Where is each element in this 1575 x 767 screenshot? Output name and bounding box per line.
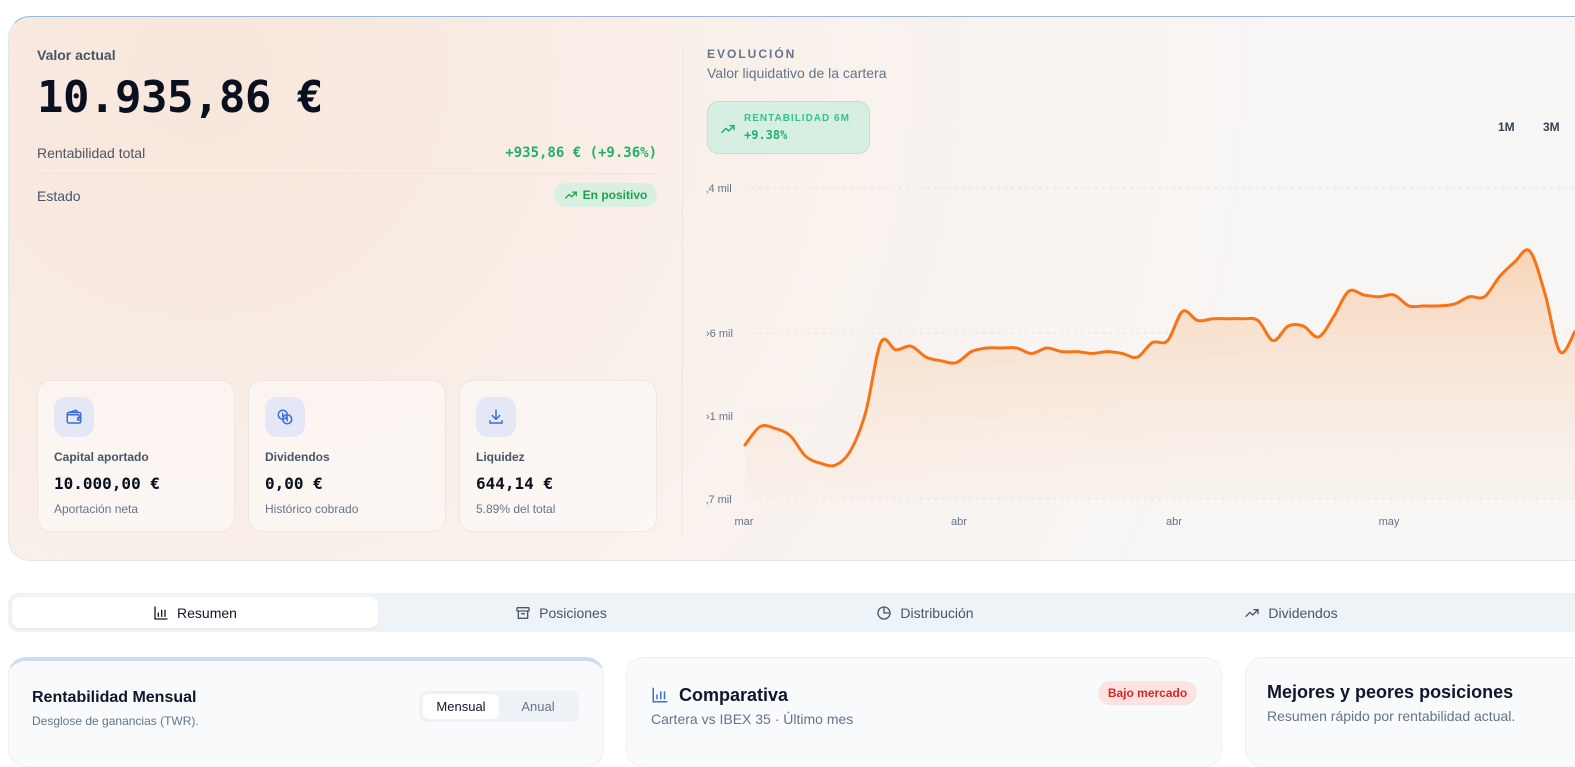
- download-icon: [476, 397, 516, 437]
- stat-title: Dividendos: [265, 450, 330, 464]
- tab-label: Posiciones: [539, 604, 607, 621]
- toggle-mensual-button[interactable]: Mensual: [423, 694, 499, 719]
- y-tick-label: ‚4 mil: [706, 183, 732, 195]
- tab-label: Dividendos: [1268, 604, 1338, 621]
- tab-label: Resumen: [177, 604, 237, 621]
- return-6m-value: +9.38%: [744, 128, 788, 142]
- total-return-label: Rentabilidad total: [37, 145, 146, 161]
- status-badge-label: En positivo: [582, 188, 648, 202]
- stat-title: Capital aportado: [54, 450, 149, 464]
- tab-dividendos[interactable]: Dividendos: [1108, 597, 1474, 628]
- hero-divider: [682, 48, 683, 533]
- chart-area: [745, 249, 1575, 498]
- positions-subtitle: Resumen rápido por rentabilidad actual.: [1267, 708, 1516, 724]
- value-label: Valor actual: [37, 47, 116, 63]
- bar-chart-icon: [154, 605, 168, 620]
- monthly-return-subtitle: Desglose de ganancias (TWR).: [32, 714, 199, 728]
- trend-up-icon: [721, 124, 735, 134]
- y-tick-label: ‚7 mil: [706, 494, 732, 506]
- total-return-value: +935,86 € (+9.36%): [505, 145, 657, 161]
- portfolio-value: 10.935,86 €: [37, 72, 323, 123]
- return-6m-badge: RENTABILIDAD 6M +9.38%: [707, 101, 870, 154]
- range-button-3m[interactable]: 3M: [1543, 120, 1560, 134]
- range-button-1m[interactable]: 1M: [1498, 120, 1515, 134]
- pie-chart-icon: [877, 605, 892, 620]
- tab-distribucion[interactable]: Distribución: [742, 597, 1108, 628]
- x-tick-label: may: [1379, 516, 1400, 528]
- comparison-title: Comparativa: [679, 685, 789, 705]
- stat-subtitle: Aportación neta: [54, 502, 139, 516]
- monthly-return-title: Rentabilidad Mensual: [32, 689, 197, 706]
- evolution-subtitle: Valor liquidativo de la cartera: [707, 65, 887, 81]
- divider: [37, 173, 657, 174]
- tab-resumen[interactable]: Resumen: [12, 597, 378, 628]
- coins-icon: [265, 397, 305, 437]
- below-market-badge: Bajo mercado: [1098, 681, 1197, 705]
- status-label: Estado: [37, 188, 81, 204]
- wallet-icon: [54, 397, 94, 437]
- trend-up-icon: [1245, 608, 1260, 617]
- y-tick-label: ›6 mil: [706, 328, 733, 340]
- stat-card-liquidity: Liquidez 644,14 € 5.89% del total: [459, 380, 657, 532]
- stat-value: 10.000,00 €: [54, 474, 160, 493]
- positions-title: Mejores y peores posiciones: [1267, 682, 1514, 702]
- section-tabs: Resumen Posiciones Distribución Dividend…: [8, 593, 1575, 632]
- stat-card-dividends: Dividendos 0,00 € Histórico cobrado: [248, 380, 446, 532]
- x-tick-label: abr: [1166, 516, 1182, 528]
- toggle-anual-button[interactable]: Anual: [501, 694, 575, 719]
- stat-value: 0,00 €: [265, 474, 323, 493]
- x-tick-label: mar: [735, 516, 754, 528]
- tab-posiciones[interactable]: Posiciones: [378, 597, 744, 628]
- return-6m-label: RENTABILIDAD 6M: [744, 113, 850, 124]
- evolution-chart: ‚4 mil ›6 mil ›1 mil ‚7 mil mar abr abr may: [706, 183, 1575, 528]
- comparison-subtitle: Cartera vs IBEX 35 · Último mes: [651, 711, 854, 727]
- stat-title: Liquidez: [476, 450, 525, 464]
- evolution-title: EVOLUCIÓN: [707, 47, 797, 61]
- status-badge: En positivo: [554, 183, 657, 207]
- x-tick-label: abr: [951, 516, 967, 528]
- period-toggle: Mensual Anual: [419, 691, 579, 722]
- y-tick-label: ›1 mil: [706, 411, 733, 423]
- tab-label: Distribución: [900, 604, 974, 621]
- archive-icon: [516, 606, 530, 619]
- stat-subtitle: Histórico cobrado: [265, 502, 359, 516]
- stat-value: 644,14 €: [476, 474, 554, 493]
- trend-up-icon: [564, 191, 577, 199]
- bar-chart-icon: [652, 687, 668, 703]
- stat-card-capital: Capital aportado 10.000,00 € Aportación …: [37, 380, 235, 532]
- stat-subtitle: 5.89% del total: [476, 502, 556, 516]
